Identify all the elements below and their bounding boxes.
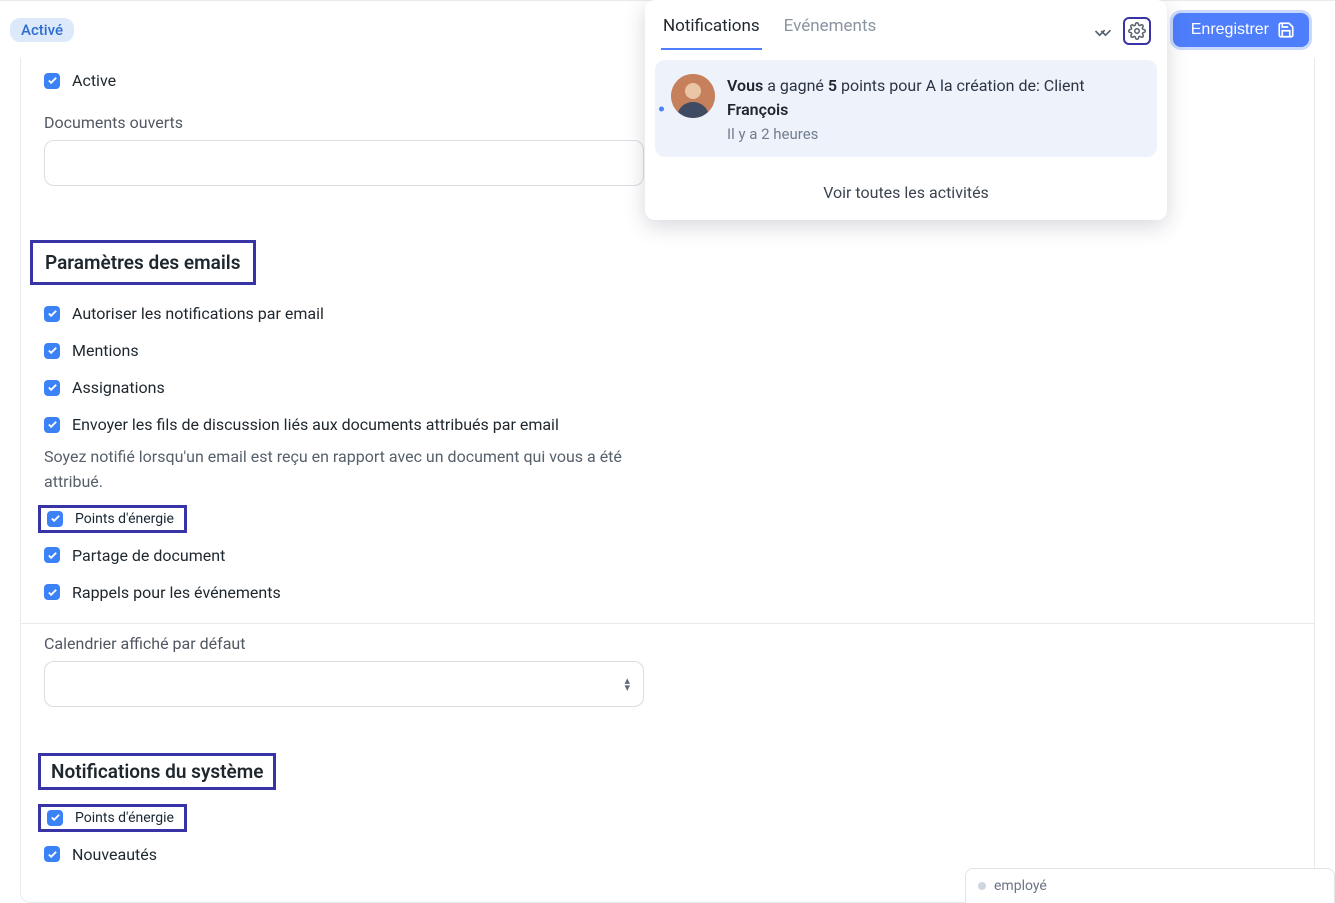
mentions-label: Mentions bbox=[72, 341, 139, 360]
news-label: Nouveautés bbox=[72, 845, 157, 864]
notif-points: 5 bbox=[828, 76, 837, 95]
notif-you: Vous bbox=[727, 76, 763, 95]
notif-actions bbox=[1089, 17, 1151, 45]
news-checkbox[interactable] bbox=[44, 846, 60, 862]
assignations-checkbox[interactable] bbox=[44, 380, 60, 396]
corner-dot-icon bbox=[978, 882, 986, 890]
energy-email-label: Points d'énergie bbox=[75, 511, 174, 527]
calendar-select-wrap: ▴▾ bbox=[44, 661, 644, 707]
avatar bbox=[671, 74, 715, 118]
notif-body: Vous a gagné 5 points pour A la création… bbox=[645, 50, 1167, 167]
email-section-title: Paramètres des emails bbox=[30, 240, 256, 285]
caret-icon: ▴▾ bbox=[624, 677, 630, 691]
notif-item[interactable]: Vous a gagné 5 points pour A la création… bbox=[655, 60, 1157, 157]
corner-box[interactable]: employé bbox=[965, 868, 1335, 903]
email-allow-label: Autoriser les notifications par email bbox=[72, 304, 324, 323]
energy-system-checkbox[interactable] bbox=[47, 810, 63, 826]
status-pill: Activé bbox=[10, 18, 74, 42]
mentions-checkbox[interactable] bbox=[44, 343, 60, 359]
documents-input[interactable] bbox=[44, 140, 644, 186]
notif-name: François bbox=[727, 100, 788, 119]
email-allow-checkbox[interactable] bbox=[44, 306, 60, 322]
mentions-row: Mentions bbox=[44, 332, 1291, 369]
save-button[interactable]: Enregistrer bbox=[1173, 13, 1309, 47]
save-icon bbox=[1277, 21, 1295, 39]
tab-notifications[interactable]: Notifications bbox=[661, 12, 762, 50]
notif-text: Vous a gagné 5 points pour A la création… bbox=[727, 74, 1141, 122]
see-all-link[interactable]: Voir toutes les activités bbox=[645, 167, 1167, 220]
mark-read-button[interactable] bbox=[1089, 17, 1117, 45]
notif-header: Notifications Evénements bbox=[645, 0, 1167, 50]
reminders-label: Rappels pour les événements bbox=[72, 583, 281, 602]
notif-mid1: a gagné bbox=[763, 76, 828, 95]
reminders-checkbox[interactable] bbox=[44, 584, 60, 600]
energy-row-email: Points d'énergie bbox=[38, 505, 187, 533]
gear-button[interactable] bbox=[1123, 17, 1151, 45]
mark-read-icon bbox=[1093, 21, 1113, 41]
share-checkbox[interactable] bbox=[44, 547, 60, 563]
notif-mid2: points pour A la création de: Client bbox=[837, 76, 1085, 95]
gear-icon bbox=[1128, 22, 1146, 40]
assignations-label: Assignations bbox=[72, 378, 165, 397]
calendar-select[interactable] bbox=[44, 661, 644, 707]
energy-row-system: Points d'énergie bbox=[38, 804, 187, 832]
energy-system-label: Points d'énergie bbox=[75, 810, 174, 826]
section-divider bbox=[21, 623, 1314, 624]
calendar-label: Calendrier affiché par défaut bbox=[44, 634, 1291, 653]
share-label: Partage de document bbox=[72, 546, 225, 565]
tab-events[interactable]: Evénements bbox=[782, 12, 879, 50]
threads-label: Envoyer les fils de discussion liés aux … bbox=[72, 415, 559, 434]
assignations-row: Assignations bbox=[44, 369, 1291, 406]
system-section-title: Notifications du système bbox=[38, 753, 276, 790]
notif-tabs: Notifications Evénements bbox=[661, 12, 1081, 50]
share-row: Partage de document bbox=[44, 537, 1291, 574]
corner-label: employé bbox=[994, 878, 1047, 894]
active-label: Active bbox=[72, 71, 116, 90]
reminders-row: Rappels pour les événements bbox=[44, 574, 1291, 611]
active-checkbox[interactable] bbox=[44, 73, 60, 89]
unread-dot-icon bbox=[659, 106, 664, 111]
threads-desc: Soyez notifié lorsqu'un email est reçu e… bbox=[44, 445, 644, 495]
notifications-panel: Notifications Evénements Vous a gag bbox=[645, 0, 1167, 220]
threads-checkbox[interactable] bbox=[44, 417, 60, 433]
notif-text-block: Vous a gagné 5 points pour A la création… bbox=[727, 74, 1141, 143]
save-label: Enregistrer bbox=[1191, 21, 1269, 39]
threads-row: Envoyer les fils de discussion liés aux … bbox=[44, 406, 1291, 443]
notif-time: Il y a 2 heures bbox=[727, 125, 1141, 143]
email-allow-row: Autoriser les notifications par email bbox=[44, 295, 1291, 332]
energy-email-checkbox[interactable] bbox=[47, 511, 63, 527]
